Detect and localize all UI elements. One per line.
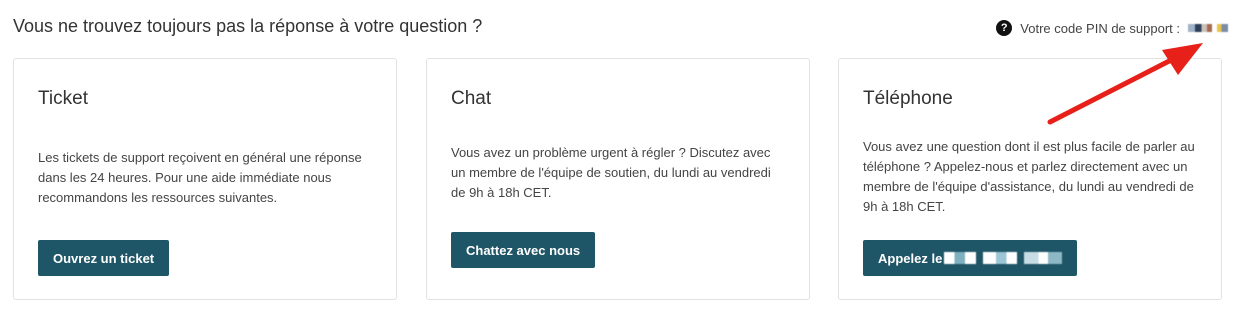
chat-card: Chat Vous avez un problème urgent à régl…	[426, 58, 810, 300]
phone-number-redacted	[944, 252, 1063, 264]
ticket-card: Ticket Les tickets de support reçoivent …	[13, 58, 397, 300]
ticket-card-text: Les tickets de support reçoivent en géné…	[38, 150, 362, 205]
support-pin-code-redacted	[1188, 24, 1228, 32]
support-pin: ? Votre code PIN de support :	[996, 20, 1228, 36]
chat-card-title: Chat	[451, 88, 492, 109]
call-button[interactable]: Appelez le	[863, 240, 1078, 276]
support-pin-label: Votre code PIN de support :	[1020, 20, 1180, 36]
chat-button[interactable]: Chattez avec nous	[451, 232, 596, 268]
page-title: Vous ne trouvez toujours pas la réponse …	[13, 16, 483, 36]
phone-card: Téléphone Vous avez une question dont il…	[838, 58, 1222, 300]
phone-card-text: Vous avez une question dont il est plus …	[863, 139, 1195, 214]
chat-card-text: Vous avez un problème urgent à régler ? …	[451, 145, 771, 200]
call-button-label: Appelez le	[878, 250, 943, 266]
open-ticket-button[interactable]: Ouvrez un ticket	[38, 240, 170, 276]
ticket-card-title: Ticket	[38, 88, 88, 109]
phone-card-title: Téléphone	[863, 88, 953, 109]
help-circle-icon[interactable]: ?	[996, 20, 1013, 36]
